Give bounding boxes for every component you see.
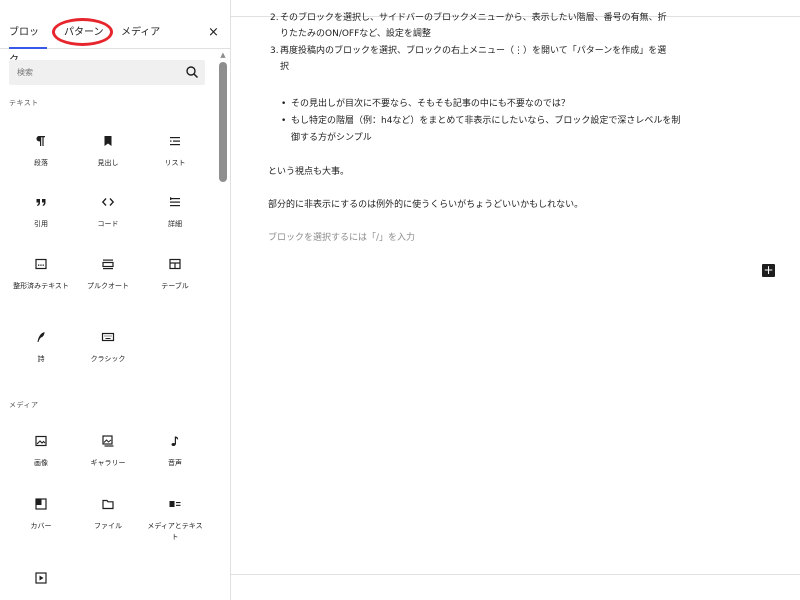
tab-media[interactable]: メディア xyxy=(121,19,160,49)
pullquote-icon xyxy=(102,259,114,270)
verse-icon xyxy=(37,332,45,342)
block-label: プルクオート xyxy=(87,282,129,290)
details-icon xyxy=(170,197,180,207)
search-input[interactable] xyxy=(9,60,169,85)
list-item[interactable]: 3. 再度投稿内のブロックを選択、ブロックの右上メニュー（⋮）を開いて「パターン… xyxy=(270,44,780,59)
block-verse[interactable]: 詩 xyxy=(10,330,72,365)
heading-icon xyxy=(104,136,112,146)
block-cover[interactable]: カバー xyxy=(10,497,72,532)
list-number: 3. xyxy=(270,46,279,56)
code-icon xyxy=(101,198,115,206)
block-label: ギャラリー xyxy=(90,459,126,467)
list-item[interactable]: • その見出しが目次に不要なら、そもそも記事の中にも不要なのでは？ xyxy=(281,97,766,112)
block-quote[interactable]: 引用 xyxy=(10,195,72,230)
block-video-partial[interactable] xyxy=(10,571,72,585)
annotation-circle xyxy=(52,18,113,46)
empty-block-placeholder[interactable]: ブロックを選択するには「/」を入力 xyxy=(268,231,415,245)
block-gallery[interactable]: ギャラリー xyxy=(77,434,139,469)
paragraph[interactable]: 部分的に非表示にするのは例外的に使うくらいがちょうどいいかもしれない。 xyxy=(268,198,583,212)
list-item-line: 再度投稿内のブロックを選択、ブロックの右上メニュー（⋮）を開いて「パターンを作成… xyxy=(280,46,667,56)
scroll-up-arrow[interactable]: ▲ xyxy=(218,51,228,59)
block-heading[interactable]: 見出し xyxy=(77,134,139,169)
block-classic[interactable]: クラシック xyxy=(77,330,139,365)
block-label: カバー xyxy=(30,522,52,530)
video-icon xyxy=(35,572,47,584)
editor-bottom-border xyxy=(231,574,800,575)
block-label: 音声 xyxy=(168,459,182,467)
editor-canvas: 2. そのブロックを選択し、サイドバーのブロックメニューから、表示したい階層、番… xyxy=(231,0,800,600)
image-icon xyxy=(35,435,47,447)
block-label: メディアとテキスト xyxy=(147,522,203,541)
block-label: クラシック xyxy=(90,355,126,363)
list-item-text: 御する方がシンプル xyxy=(291,133,372,143)
list-item[interactable]: • もし特定の階層（例：h4など）をまとめて非表示にしたいなら、ブロック設定で深… xyxy=(281,114,766,129)
block-table[interactable]: テーブル xyxy=(144,257,206,292)
list-item-text: もし特定の階層（例：h4など）をまとめて非表示にしたいなら、ブロック設定で深さレ… xyxy=(291,116,681,126)
list-item-line: そのブロックを選択し、サイドバーのブロックメニューから、表示したい階層、番号の有… xyxy=(280,13,667,23)
list-number: 2. xyxy=(270,13,279,23)
block-label: 段落 xyxy=(34,159,48,167)
bullet: • xyxy=(281,116,287,126)
block-label: リスト xyxy=(164,159,186,167)
search-icon[interactable] xyxy=(185,65,199,79)
add-block-button[interactable]: + xyxy=(762,264,775,277)
category-title-text: テキスト xyxy=(9,99,39,107)
media-text-icon xyxy=(169,501,181,507)
bullet: • xyxy=(281,99,287,109)
paragraph[interactable]: という視点も大事。 xyxy=(268,165,349,179)
block-label: ファイル xyxy=(94,522,122,530)
preformatted-icon xyxy=(35,258,47,270)
file-icon xyxy=(102,499,114,510)
list-icon xyxy=(170,137,180,146)
inserter-tabs: ブロック パターン メディア × xyxy=(0,19,230,66)
block-inserter-sidebar: ブロック パターン メディア × ▲ テキスト 段落 見出し リスト xyxy=(0,0,231,600)
sidebar-scrollbar[interactable] xyxy=(219,62,227,182)
category-title-media: メディア xyxy=(9,401,39,409)
block-media-text[interactable]: メディアとテキスト xyxy=(144,497,206,543)
gallery-icon xyxy=(102,435,114,447)
block-file[interactable]: ファイル xyxy=(77,497,139,532)
table-icon xyxy=(169,258,181,270)
close-button[interactable]: × xyxy=(208,19,219,49)
list-item-line: りたたみのON/OFFなど、設定を調整 xyxy=(280,29,431,39)
list-item-continued[interactable]: 御する方がシンプル xyxy=(291,131,766,146)
block-label: 詩 xyxy=(37,355,45,363)
block-preformatted[interactable]: 整形済みテキスト xyxy=(10,257,72,292)
audio-icon xyxy=(171,436,179,446)
block-label: 引用 xyxy=(34,220,48,228)
block-details[interactable]: 詳細 xyxy=(144,195,206,230)
block-label: 整形済みテキスト xyxy=(13,282,69,290)
list-item-continued[interactable]: りたたみのON/OFFなど、設定を調整 xyxy=(280,27,780,42)
block-list[interactable]: リスト xyxy=(144,134,206,169)
block-audio[interactable]: 音声 xyxy=(144,434,206,469)
block-label: 画像 xyxy=(34,459,48,467)
list-item-line: 択 xyxy=(280,62,290,72)
list-item-continued[interactable]: 択 xyxy=(280,60,780,75)
block-pullquote[interactable]: プルクオート xyxy=(77,257,139,292)
tab-blocks[interactable]: ブロック xyxy=(9,19,47,66)
block-label: テーブル xyxy=(161,282,189,290)
block-label: 見出し xyxy=(97,159,119,167)
block-label: 詳細 xyxy=(168,220,182,228)
cover-icon xyxy=(35,498,47,510)
list-item-text: その見出しが目次に不要なら、そもそも記事の中にも不要なのでは？ xyxy=(291,99,570,109)
list-item[interactable]: 2. そのブロックを選択し、サイドバーのブロックメニューから、表示したい階層、番… xyxy=(270,11,780,26)
search-box xyxy=(9,60,205,85)
classic-icon xyxy=(101,332,115,342)
block-paragraph[interactable]: 段落 xyxy=(10,134,72,169)
block-image[interactable]: 画像 xyxy=(10,434,72,469)
block-label: コード xyxy=(97,220,119,228)
block-code[interactable]: コード xyxy=(77,195,139,230)
quote-icon xyxy=(36,199,46,206)
paragraph-icon xyxy=(36,136,45,146)
